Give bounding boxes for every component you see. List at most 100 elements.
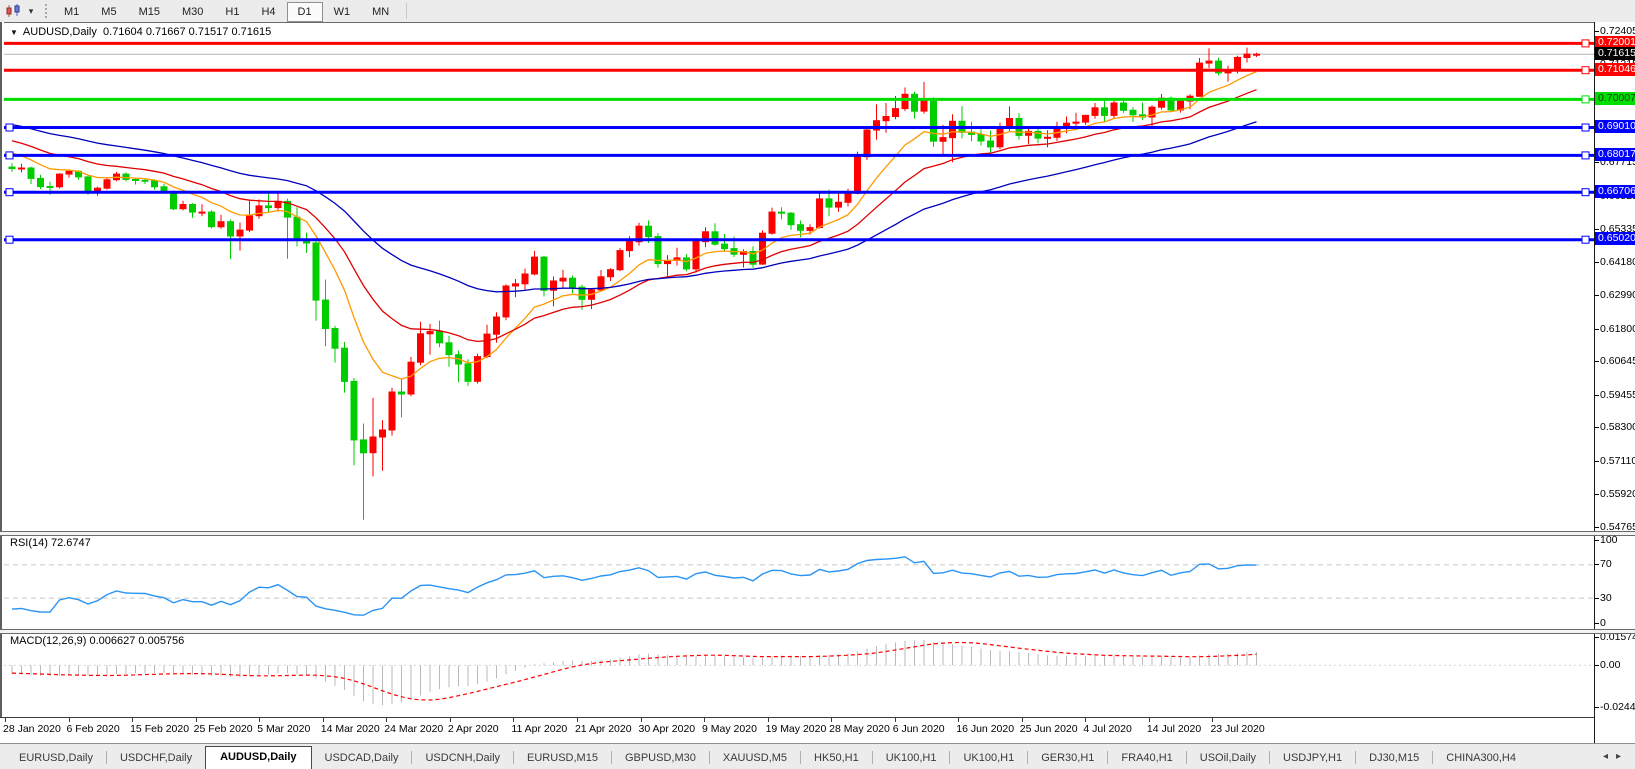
date-tick-mark: [1022, 718, 1023, 722]
chart-tab-usoil-daily[interactable]: USOil,Daily: [1187, 748, 1269, 769]
date-tick-mark: [259, 718, 260, 722]
main-chart-canvas[interactable]: [4, 23, 1594, 531]
panel-splitter-macd[interactable]: [0, 629, 1635, 634]
price-axis[interactable]: 0.724050.712150.700600.688700.677150.665…: [1594, 22, 1635, 743]
chart-symbol-label: AUDUSD,Daily: [23, 26, 97, 38]
rsi-tick-label: 30: [1595, 592, 1635, 605]
date-tick-mark: [196, 718, 197, 722]
date-label: 16 Jun 2020: [956, 723, 1014, 735]
price-tick-label: 0.59455: [1595, 389, 1635, 402]
date-tick-mark: [958, 718, 959, 722]
chart-tab-hk50-h1[interactable]: HK50,H1: [801, 748, 872, 769]
price-tick-label: 0.64180: [1595, 256, 1635, 269]
date-axis[interactable]: 28 Jan 2020 6 Feb 2020 15 Feb 2020 25 Feb 2…: [0, 717, 1635, 743]
chart-tab-china300-h4[interactable]: CHINA300,H4: [1433, 748, 1529, 769]
date-label: 11 Apr 2020: [511, 723, 567, 735]
chart-tab-audusd-daily[interactable]: AUDUSD,Daily: [205, 746, 311, 769]
date-label: 15 Feb 2020: [130, 723, 189, 735]
date-label: 5 Mar 2020: [257, 723, 310, 735]
timeframe-button-m30[interactable]: M30: [171, 2, 214, 22]
chart-tab-uk100-h1[interactable]: UK100,H1: [873, 748, 950, 769]
toolbar-grip-handle[interactable]: [45, 4, 47, 18]
level-price-label: 0.65020: [1595, 232, 1635, 245]
timeframe-button-m1[interactable]: M1: [53, 2, 90, 22]
chart-type-dropdown-icon[interactable]: ▾: [25, 6, 37, 17]
timeframe-buttons: M1M5M15M30H1H4D1W1MN: [53, 2, 400, 20]
date-tick-mark: [132, 718, 133, 722]
date-label: 28 Jan 2020: [3, 723, 61, 735]
rsi-canvas[interactable]: [4, 536, 1594, 629]
current-price-label: 0.71615: [1595, 47, 1635, 60]
timeframe-button-mn[interactable]: MN: [361, 2, 400, 22]
date-label: 4 Jul 2020: [1083, 723, 1131, 735]
main-chart-panel: ▼ AUDUSD,Daily 0.71604 0.71667 0.71517 0.…: [4, 22, 1594, 531]
rsi-panel: RSI(14) 72.6747: [4, 536, 1594, 629]
trading-platform-window: ▾ M1M5M15M30H1H4D1W1MN ▼ AUDUSD,Daily 0.7…: [0, 0, 1635, 769]
date-label: 2 Apr 2020: [448, 723, 499, 735]
price-tick-label: 0.60645: [1595, 355, 1635, 368]
chart-tab-ger30-h1[interactable]: GER30,H1: [1028, 748, 1107, 769]
macd-tick-label: 0.00: [1595, 659, 1635, 672]
date-tick-mark: [895, 718, 896, 722]
timeframe-button-m15[interactable]: M15: [128, 2, 171, 22]
date-label: 9 May 2020: [702, 723, 757, 735]
level-price-label: 0.70007: [1595, 92, 1635, 105]
chart-ohlc-values: 0.71604 0.71667 0.71517 0.71615: [103, 26, 271, 38]
price-tick-label: 0.55920: [1595, 488, 1635, 501]
chart-tab-eurusd-daily[interactable]: EURUSD,Daily: [6, 748, 106, 769]
level-price-label: 0.68017: [1595, 148, 1635, 161]
panel-splitter-rsi[interactable]: [0, 531, 1635, 536]
chart-type-icon[interactable]: [3, 2, 25, 20]
date-label: 25 Jun 2020: [1020, 723, 1078, 735]
date-tick-mark: [513, 718, 514, 722]
candlestick-chart-icon: [6, 4, 22, 18]
chart-tab-fra40-h1[interactable]: FRA40,H1: [1108, 748, 1185, 769]
level-price-label: 0.66706: [1595, 185, 1635, 198]
date-label: 25 Feb 2020: [194, 723, 253, 735]
date-tick-mark: [1149, 718, 1150, 722]
chart-tab-usdchf-daily[interactable]: USDCHF,Daily: [107, 748, 205, 769]
chart-tab-eurusd-m15[interactable]: EURUSD,M15: [514, 748, 611, 769]
tab-scroll-arrows: ◂▸: [1603, 751, 1629, 762]
chart-tab-xauusd-m5[interactable]: XAUUSD,M5: [710, 748, 800, 769]
chart-tab-usdcad-daily[interactable]: USDCAD,Daily: [312, 748, 412, 769]
macd-canvas[interactable]: [4, 634, 1594, 717]
date-tick-mark: [323, 718, 324, 722]
date-label: 6 Jun 2020: [893, 723, 945, 735]
tab-scroll-left-icon[interactable]: ◂: [1603, 751, 1616, 762]
date-label: 6 Feb 2020: [67, 723, 120, 735]
timeframe-button-w1[interactable]: W1: [323, 2, 362, 22]
date-tick-mark: [768, 718, 769, 722]
chart-tab-usdcnh-daily[interactable]: USDCNH,Daily: [412, 748, 513, 769]
date-label: 21 Apr 2020: [575, 723, 632, 735]
date-label: 30 Apr 2020: [639, 723, 696, 735]
date-label: 14 Jul 2020: [1147, 723, 1201, 735]
date-label: 19 May 2020: [766, 723, 827, 735]
date-tick-mark: [577, 718, 578, 722]
timeframe-button-m5[interactable]: M5: [90, 2, 127, 22]
chart-tab-uk100-h1[interactable]: UK100,H1: [950, 748, 1027, 769]
date-tick-mark: [69, 718, 70, 722]
chart-tab-gbpusd-m30[interactable]: GBPUSD,M30: [612, 748, 709, 769]
timeframe-button-d1[interactable]: D1: [287, 2, 323, 22]
date-tick-mark: [831, 718, 832, 722]
date-tick-mark: [450, 718, 451, 722]
tab-scroll-right-icon[interactable]: ▸: [1616, 751, 1629, 762]
timeframe-button-h1[interactable]: H1: [214, 2, 250, 22]
price-tick-label: 0.61800: [1595, 323, 1635, 336]
chart-title: ▼ AUDUSD,Daily 0.71604 0.71667 0.71517 0.…: [10, 26, 271, 38]
toolbar-separator: [406, 3, 407, 19]
date-tick-mark: [5, 718, 6, 722]
date-label: 24 Mar 2020: [384, 723, 443, 735]
timeframe-toolbar: ▾ M1M5M15M30H1H4D1W1MN: [0, 0, 1635, 23]
date-tick-mark: [1085, 718, 1086, 722]
chart-tab-dj30-m15[interactable]: DJ30,M15: [1356, 748, 1432, 769]
timeframe-button-h4[interactable]: H4: [250, 2, 286, 22]
date-label: 23 Jul 2020: [1210, 723, 1264, 735]
rsi-title: RSI(14) 72.6747: [10, 537, 91, 549]
chart-collapse-icon[interactable]: ▼: [10, 28, 18, 37]
price-tick-label: 0.62990: [1595, 289, 1635, 302]
chart-tab-usdjpy-h1[interactable]: USDJPY,H1: [1270, 748, 1355, 769]
macd-tick-label: -0.02441: [1595, 701, 1635, 714]
macd-title: MACD(12,26,9) 0.006627 0.005756: [10, 635, 184, 647]
